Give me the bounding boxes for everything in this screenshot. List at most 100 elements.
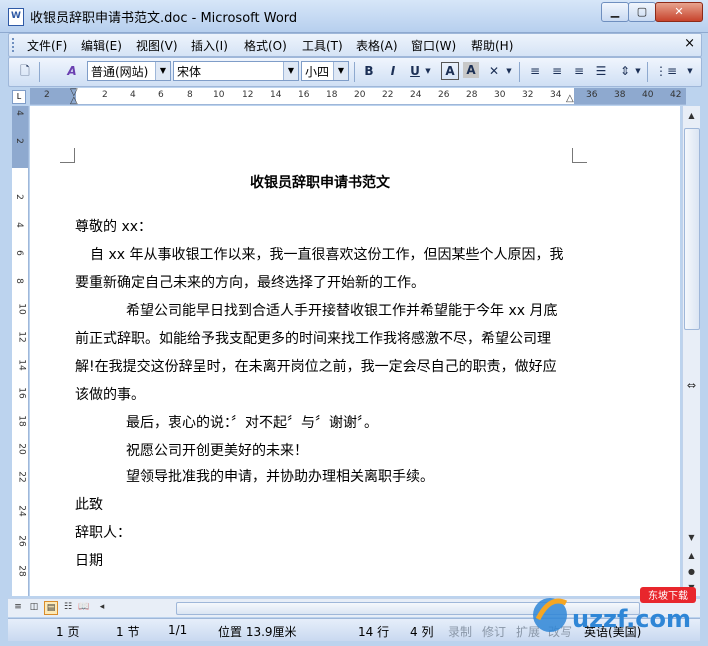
crop-mark bbox=[60, 148, 75, 163]
document-line: 望领导批准我的申请，并协助办理相关离职手续。 bbox=[126, 469, 434, 485]
menu-grip-icon[interactable] bbox=[12, 38, 17, 52]
ruler-number: 28 bbox=[16, 565, 27, 577]
menu-file[interactable]: 文件(F) bbox=[25, 37, 69, 54]
document-line: 解!在我提交这份辞呈时，在未离开岗位之前，我一定会尽自己的职责，做好应 bbox=[75, 359, 557, 375]
menu-format[interactable]: 格式(O) bbox=[242, 37, 289, 54]
toolbar-options-icon[interactable]: ▼ bbox=[685, 62, 695, 81]
tab-selector-icon[interactable]: L bbox=[12, 90, 26, 104]
previous-page-icon[interactable]: ▲ bbox=[683, 548, 700, 564]
print-layout-view-icon[interactable]: ▤ bbox=[44, 601, 58, 615]
web-layout-view-icon[interactable]: ◫ bbox=[28, 601, 40, 613]
document-line: 辞职人： bbox=[75, 525, 131, 541]
ruler-number: 18 bbox=[326, 90, 338, 100]
font-size-value: 小四 bbox=[305, 65, 330, 79]
scroll-left-icon[interactable]: ◂ bbox=[96, 601, 108, 613]
ruler-number: 16 bbox=[16, 387, 27, 399]
menu-edit[interactable]: 编辑(E) bbox=[79, 37, 124, 54]
normal-view-icon[interactable]: ≡ bbox=[12, 601, 24, 613]
toolbar-separator bbox=[647, 62, 648, 82]
document-line: 祝愿公司开创更美好的未来！ bbox=[126, 443, 308, 459]
ruler-number: 20 bbox=[16, 443, 27, 455]
menu-help[interactable]: 帮助(H) bbox=[469, 37, 515, 54]
document-line: 尊敬的 xx： bbox=[75, 219, 153, 235]
justify-icon[interactable]: ☰ bbox=[593, 62, 609, 81]
chevron-down-icon[interactable]: ▼ bbox=[155, 62, 170, 80]
ruler-number: 26 bbox=[438, 90, 450, 100]
document-line: 该做的事。 bbox=[75, 387, 145, 403]
ruler-number: 14 bbox=[16, 359, 27, 371]
bold-button[interactable]: B bbox=[361, 62, 377, 81]
reading-layout-view-icon[interactable]: 📖 bbox=[78, 601, 90, 613]
left-indent-icon[interactable]: △ bbox=[70, 95, 78, 106]
close-button[interactable]: ✕ bbox=[655, 2, 703, 22]
menu-tools[interactable]: 工具(T) bbox=[300, 37, 345, 54]
ruler-number: 18 bbox=[16, 415, 27, 427]
ruler-number: 12 bbox=[16, 331, 27, 343]
align-left-icon[interactable]: ≡ bbox=[527, 62, 543, 81]
ruler-number: 20 bbox=[354, 90, 366, 100]
outline-view-icon[interactable]: ☷ bbox=[62, 601, 74, 613]
menu-bar: 文件(F) 编辑(E) 视图(V) 插入(I) 格式(O) 工具(T) 表格(A… bbox=[8, 33, 702, 57]
watermark-badge: 东坡下载 bbox=[648, 589, 688, 602]
minimize-button[interactable]: ▁ bbox=[601, 2, 629, 22]
vertical-scrollbar[interactable]: ▲ ⇔ ▼ ▲ ● ▼ bbox=[682, 106, 700, 596]
menu-table[interactable]: 表格(A) bbox=[354, 37, 400, 54]
maximize-icon: ▢ bbox=[636, 5, 648, 18]
menu-insert[interactable]: 插入(I) bbox=[189, 37, 230, 54]
document-title: 收银员辞职申请书范文 bbox=[250, 175, 390, 191]
ruler-number: 10 bbox=[16, 303, 27, 315]
style-select[interactable]: 普通(网站) ▼ bbox=[87, 61, 171, 81]
browse-object-icon[interactable]: ● bbox=[683, 564, 700, 580]
line-spacing-icon[interactable]: ⇕ bbox=[617, 62, 633, 81]
ruler-number: 22 bbox=[382, 90, 394, 100]
ruler-number: 10 bbox=[213, 90, 225, 100]
ruler-number: 2 bbox=[102, 90, 108, 100]
font-select[interactable]: 宋体 ▼ bbox=[173, 61, 299, 81]
document-line: 希望公司能早日找到合适人手开接替收银工作并希望能于今年 xx 月底 bbox=[126, 303, 558, 319]
character-scaling-icon[interactable]: ✕ bbox=[485, 62, 503, 81]
maximize-button[interactable]: ▢ bbox=[628, 2, 656, 22]
ruler-number: 26 bbox=[16, 535, 27, 547]
word-doc-icon[interactable]: W bbox=[8, 8, 24, 26]
watermark-brand: uzzf.com bbox=[572, 605, 691, 633]
chevron-down-icon[interactable]: ▼ bbox=[504, 62, 514, 81]
italic-button[interactable]: I bbox=[385, 62, 401, 81]
new-document-icon[interactable]: 🗋 bbox=[17, 62, 33, 81]
right-indent-icon[interactable]: △ bbox=[566, 93, 574, 104]
scroll-thumb[interactable] bbox=[684, 128, 700, 330]
character-shading-button[interactable]: A bbox=[463, 62, 479, 78]
underline-button[interactable]: U bbox=[407, 62, 423, 81]
font-size-select[interactable]: 小四 ▼ bbox=[301, 61, 349, 81]
numbering-icon[interactable]: ⋮≡ bbox=[655, 62, 677, 81]
split-handle-icon[interactable]: ⇔ bbox=[683, 378, 700, 394]
scroll-down-icon[interactable]: ▼ bbox=[683, 530, 700, 546]
ruler-number: 24 bbox=[410, 90, 422, 100]
ruler-number: 40 bbox=[642, 90, 654, 100]
status-track-changes[interactable]: 修订 bbox=[482, 623, 506, 640]
chevron-down-icon[interactable]: ▼ bbox=[423, 62, 433, 81]
ruler-number: 36 bbox=[586, 90, 598, 100]
horizontal-ruler[interactable]: 2 2 4 6 8 10 12 14 16 18 20 22 24 26 28 … bbox=[30, 87, 686, 106]
align-right-icon[interactable]: ≡ bbox=[571, 62, 587, 81]
crop-mark bbox=[572, 148, 587, 163]
align-center-icon[interactable]: ≡ bbox=[549, 62, 565, 81]
scroll-up-icon[interactable]: ▲ bbox=[683, 108, 700, 124]
toolbar-separator bbox=[354, 62, 355, 82]
chevron-down-icon[interactable]: ▼ bbox=[333, 62, 348, 80]
vertical-ruler[interactable]: 4 2 2 4 6 8 10 12 14 16 18 20 22 24 26 2… bbox=[12, 106, 29, 596]
document-page[interactable]: 收银员辞职申请书范文 尊敬的 xx： 自 xx 年从事收银工作以来，我一直很喜欢… bbox=[30, 106, 680, 596]
chevron-down-icon[interactable]: ▼ bbox=[633, 62, 643, 81]
chevron-down-icon[interactable]: ▼ bbox=[283, 62, 298, 80]
menu-window[interactable]: 窗口(W) bbox=[409, 37, 458, 54]
document-line: 要重新确定自己未来的方向，最终选择了开始新的工作。 bbox=[75, 275, 425, 291]
styles-pane-icon[interactable]: A bbox=[63, 62, 81, 81]
menu-view[interactable]: 视图(V) bbox=[134, 37, 180, 54]
ruler-number: 16 bbox=[298, 90, 310, 100]
document-close-button[interactable]: × bbox=[684, 36, 695, 51]
minimize-icon: ▁ bbox=[610, 5, 620, 18]
title-bar: W 收银员辞职申请书范文.doc - Microsoft Word ▁ ▢ ✕ bbox=[0, 0, 708, 33]
ruler-number: 14 bbox=[270, 90, 282, 100]
status-section: 1 节 bbox=[116, 625, 140, 639]
character-border-button[interactable]: A bbox=[441, 62, 459, 80]
status-record[interactable]: 录制 bbox=[448, 623, 472, 640]
